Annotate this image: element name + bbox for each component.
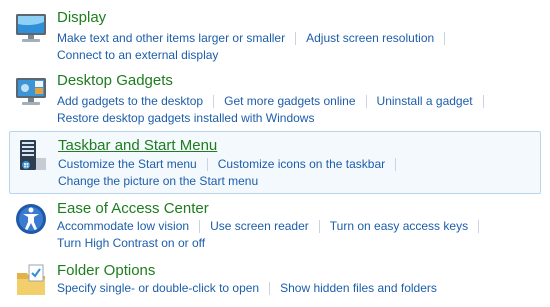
display-links-row1: Make text and other items larger or smal… [57,31,455,45]
category-display: Display Make text and other items larger… [9,6,541,64]
category-folder-options: Folder Options Specify single- or double… [9,259,541,305]
separator [395,157,397,171]
separator [269,281,271,295]
desktop-gadgets-title[interactable]: Desktop Gadgets [57,72,173,89]
change-start-picture-link[interactable]: Change the picture on the Start menu [58,174,258,188]
show-hidden-files-link[interactable]: Show hidden files and folders [280,281,437,295]
gadgets-links-row2: Restore desktop gadgets installed with W… [57,111,314,125]
category-taskbar-start-menu[interactable]: Taskbar and Start Menu Customize the Sta… [9,131,541,194]
ease-links-row2: Turn High Contrast on or off [57,236,205,250]
folder-links-row1: Specify single- or double-click to open … [57,281,437,295]
high-contrast-link[interactable]: Turn High Contrast on or off [57,236,205,250]
taskbar-links-row2: Change the picture on the Start menu [58,174,258,188]
folder-options-title[interactable]: Folder Options [57,262,155,279]
separator [478,219,480,233]
use-screen-reader-link[interactable]: Use screen reader [210,219,309,233]
separator [199,219,201,233]
taskbar-icon [20,140,46,170]
category-desktop-gadgets: Desktop Gadgets Add gadgets to the deskt… [9,69,541,127]
separator [206,157,208,171]
separator [482,94,484,108]
gadgets-links-row1: Add gadgets to the desktop Get more gadg… [57,94,494,108]
add-gadgets-link[interactable]: Add gadgets to the desktop [57,94,203,108]
single-double-click-link[interactable]: Specify single- or double-click to open [57,281,259,295]
easy-access-keys-link[interactable]: Turn on easy access keys [330,219,468,233]
connect-external-display-link[interactable]: Connect to an external display [57,48,218,62]
uninstall-gadget-link[interactable]: Uninstall a gadget [377,94,473,108]
folder-options-icon [17,264,45,295]
ease-of-access-icon [16,204,46,234]
display-title[interactable]: Display [57,9,106,26]
ease-of-access-title[interactable]: Ease of Access Center [57,200,209,217]
separator [213,94,215,108]
separator [365,94,367,108]
adjust-resolution-link[interactable]: Adjust screen resolution [306,31,434,45]
separator [295,31,297,45]
separator [444,31,446,45]
customize-start-menu-link[interactable]: Customize the Start menu [58,157,197,171]
taskbar-links-row1: Customize the Start menu Customize icons… [58,157,406,171]
taskbar-start-menu-title[interactable]: Taskbar and Start Menu [58,137,217,154]
get-more-gadgets-link[interactable]: Get more gadgets online [224,94,355,108]
gadgets-icon [16,78,46,105]
accommodate-low-vision-link[interactable]: Accommodate low vision [57,219,189,233]
ease-links-row1: Accommodate low vision Use screen reader… [57,219,489,233]
display-links-row2: Connect to an external display [57,48,218,62]
make-text-larger-link[interactable]: Make text and other items larger or smal… [57,31,285,45]
customize-taskbar-icons-link[interactable]: Customize icons on the taskbar [218,157,385,171]
category-ease-of-access: Ease of Access Center Accommodate low vi… [9,197,541,255]
monitor-icon [16,14,46,42]
restore-gadgets-link[interactable]: Restore desktop gadgets installed with W… [57,111,314,125]
separator [318,219,320,233]
